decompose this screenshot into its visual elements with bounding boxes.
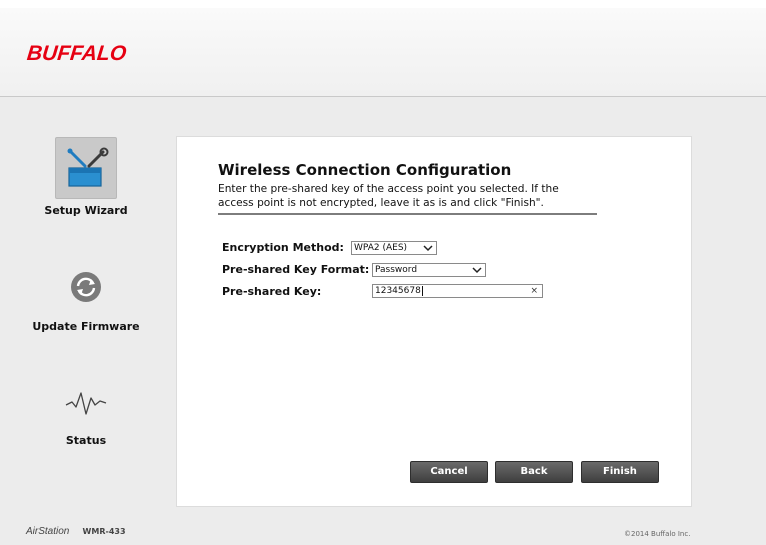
sidebar-item-label: Setup Wizard (44, 204, 128, 217)
refresh-icon (55, 256, 117, 318)
finish-button[interactable]: Finish (581, 461, 659, 483)
chevron-down-icon (423, 245, 433, 252)
header-bar: BUFFALO (0, 8, 766, 97)
title-divider (218, 213, 597, 215)
product-name: AirStation (26, 526, 70, 537)
key-format-value: Password (375, 265, 418, 275)
key-format-label: Pre-shared Key Format: (222, 263, 370, 276)
pre-shared-key-label: Pre-shared Key: (222, 285, 322, 298)
chevron-down-icon (472, 267, 482, 274)
toolbox-icon (55, 137, 117, 199)
pre-shared-key-input[interactable]: 12345678 × (372, 284, 543, 298)
key-format-select[interactable]: Password (372, 263, 486, 277)
sidebar-item-label: Status (65, 434, 107, 447)
main-panel: Wireless Connection Configuration Enter … (176, 136, 692, 507)
encryption-method-select[interactable]: WPA2 (AES) (351, 241, 437, 255)
sidebar-item-label: Update Firmware (32, 320, 140, 333)
page-title: Wireless Connection Configuration (218, 161, 512, 179)
copyright-text: ©2014 Buffalo Inc. (624, 530, 691, 538)
clear-icon[interactable]: × (530, 285, 538, 297)
buffalo-logo: BUFFALO (25, 42, 128, 65)
product-brand: AirStation WMR-433 (26, 526, 126, 537)
pre-shared-key-value: 12345678 (375, 286, 421, 296)
back-button[interactable]: Back (495, 461, 573, 483)
model-name: WMR-433 (82, 527, 126, 536)
sidebar-item-update-firmware[interactable]: Update Firmware (0, 256, 172, 333)
text-caret (421, 285, 423, 296)
cancel-button[interactable]: Cancel (410, 461, 488, 483)
sidebar-item-setup-wizard[interactable]: Setup Wizard (0, 137, 172, 217)
encryption-method-value: WPA2 (AES) (354, 243, 408, 253)
sidebar-item-status[interactable]: Status (0, 372, 172, 447)
pulse-icon (55, 372, 117, 434)
page-description: Enter the pre-shared key of the access p… (218, 183, 559, 209)
encryption-method-label: Encryption Method: (222, 241, 344, 254)
